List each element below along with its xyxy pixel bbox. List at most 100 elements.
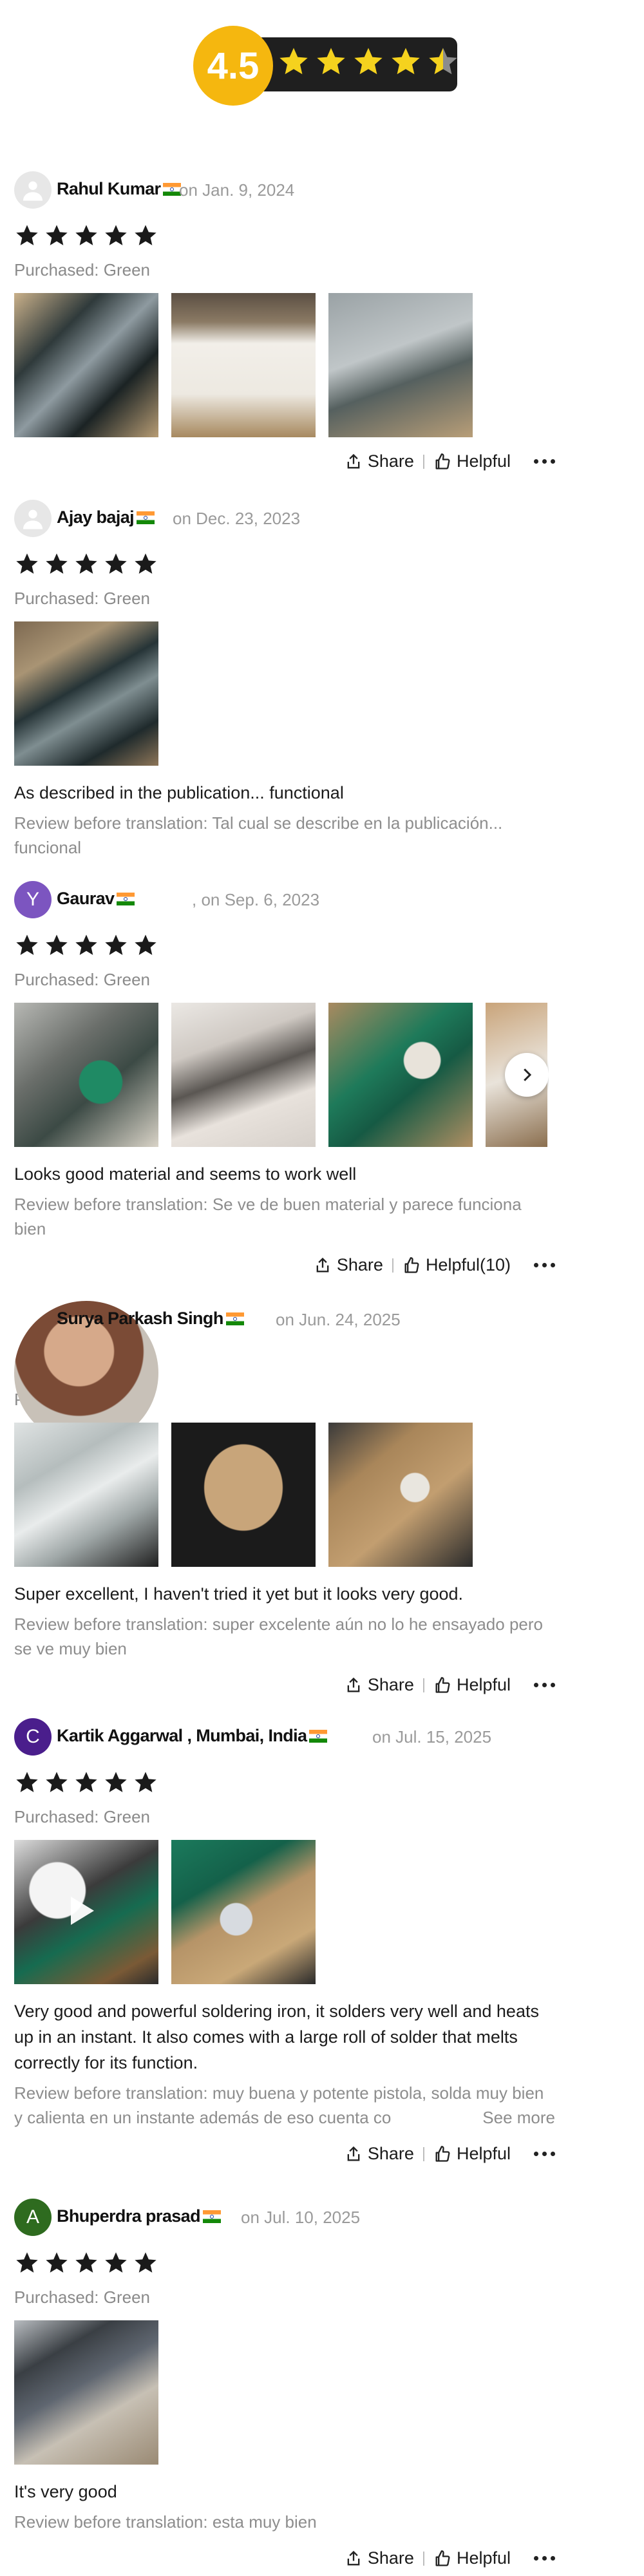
review-card: Rahul Kumar on Jan. 9, 2024 Purchased: G… <box>14 171 581 471</box>
review-photo[interactable] <box>328 1423 473 1567</box>
star-icon <box>354 48 383 75</box>
review-stars <box>14 1770 581 1795</box>
thumbs-up-icon <box>435 2550 450 2566</box>
reviewer-name: Ajay bajaj <box>57 507 155 527</box>
review-date: on Dec. 23, 2023 <box>173 509 301 528</box>
star-icon <box>392 48 420 75</box>
star-icon <box>105 553 127 574</box>
share-button[interactable]: Share <box>345 2144 414 2164</box>
helpful-button[interactable]: Helpful <box>433 2548 511 2568</box>
star-icon <box>135 2252 156 2273</box>
review-text: Looks good material and seems to work we… <box>14 1164 357 1184</box>
review-card: C Kartik Aggarwal , Mumbai, India on Jul… <box>14 1718 581 2164</box>
more-options-icon[interactable] <box>534 1683 555 1687</box>
review-photo[interactable] <box>14 293 158 437</box>
next-photo-button[interactable] <box>505 1053 549 1097</box>
star-icon <box>105 225 127 245</box>
review-text: As described in the publication... funct… <box>14 783 344 802</box>
thumbs-up-icon <box>435 1676 450 1693</box>
share-icon <box>347 2550 360 2565</box>
share-icon <box>347 1677 360 1692</box>
review-actions: Share Helpful <box>14 2144 555 2164</box>
divider <box>422 2551 424 2566</box>
review-photo[interactable] <box>14 621 158 766</box>
share-button[interactable]: Share <box>345 451 414 471</box>
review-photo[interactable] <box>171 1003 316 1147</box>
star-icon <box>135 934 156 955</box>
share-button[interactable]: Share <box>314 1255 383 1275</box>
review-photo[interactable] <box>328 293 473 437</box>
purchased-variant: Purchased: Green <box>14 260 151 279</box>
india-flag-icon <box>309 1730 328 1743</box>
rating-stars <box>277 45 460 79</box>
star-icon <box>75 553 97 574</box>
review-date: on Jan. 9, 2024 <box>179 180 295 200</box>
thumbs-up-icon <box>404 1256 419 1273</box>
thumbs-up-icon <box>435 453 450 469</box>
review-photos <box>14 1003 549 1147</box>
review-photo[interactable] <box>171 1423 316 1567</box>
play-icon <box>71 1897 94 1925</box>
rating-score: 4.5 <box>193 26 273 106</box>
helpful-button[interactable]: Helpful <box>433 2144 511 2164</box>
reviewer-name: Rahul Kumar <box>57 179 182 199</box>
more-options-icon[interactable] <box>534 2152 555 2156</box>
review-stars <box>14 2250 581 2276</box>
review-photos <box>14 2320 549 2465</box>
more-options-icon[interactable] <box>534 459 555 464</box>
review-photo[interactable] <box>14 1003 158 1147</box>
share-button[interactable]: Share <box>345 2548 414 2568</box>
review-card: Ajay bajaj on Dec. 23, 2023 Purchased: G… <box>14 500 581 860</box>
more-options-icon[interactable] <box>534 1263 555 1267</box>
review-photos <box>14 293 549 437</box>
reviewer-name: Kartik Aggarwal , Mumbai, India <box>57 1726 328 1746</box>
reviews-page: 4.5 Rahul Kumar on Jan. 9, 2024 Purchase… <box>0 0 644 2576</box>
star-icon <box>46 934 68 955</box>
review-stars <box>14 223 581 249</box>
helpful-button[interactable]: Helpful(10) <box>402 1255 511 1275</box>
star-icon <box>105 1772 127 1792</box>
review-text: Super excellent, I haven't tried it yet … <box>14 1584 464 1604</box>
see-more-link[interactable]: See more <box>450 2105 555 2130</box>
avatar: C <box>14 1718 52 1756</box>
more-options-icon[interactable] <box>534 2556 555 2561</box>
review-video[interactable] <box>14 1840 158 1984</box>
review-card: A Bhuperdra prasad on Jul. 10, 2025 Purc… <box>14 2199 581 2568</box>
helpful-button[interactable]: Helpful <box>433 1675 511 1695</box>
india-flag-icon <box>202 2210 221 2223</box>
star-icon <box>135 225 156 245</box>
india-flag-icon <box>137 511 155 524</box>
default-user-icon <box>14 171 52 209</box>
share-button[interactable]: Share <box>345 1675 414 1695</box>
review-actions: Share Helpful(10) <box>14 1255 555 1275</box>
star-icon <box>135 553 156 574</box>
review-original-text: Review before translation: Tal cual se d… <box>14 813 503 857</box>
review-date: on Jul. 10, 2025 <box>241 2208 361 2227</box>
half-star-icon <box>429 48 457 75</box>
review-stars <box>14 551 581 577</box>
star-icon <box>16 934 38 955</box>
review-card: Y Gaurav , on Sep. 6, 2023 Purchased: Gr… <box>14 881 581 1275</box>
star-icon <box>75 2252 97 2273</box>
review-photos <box>14 621 549 766</box>
review-photos <box>14 1423 549 1567</box>
share-icon <box>316 1257 329 1272</box>
star-icon <box>135 1772 156 1792</box>
helpful-button[interactable]: Helpful <box>433 451 511 471</box>
review-photo[interactable] <box>328 1003 473 1147</box>
star-icon <box>105 2252 127 2273</box>
review-photo[interactable] <box>171 293 316 437</box>
star-icon <box>16 225 38 245</box>
india-flag-icon <box>117 893 135 905</box>
star-icon <box>317 48 345 75</box>
review-stars <box>14 933 581 958</box>
review-photo[interactable] <box>171 1840 316 1984</box>
review-card: Surya Parkash Singh on Jun. 24, 2025 Pur… <box>14 1301 581 1695</box>
star-icon <box>75 1772 97 1792</box>
review-photo[interactable] <box>14 2320 158 2465</box>
star-icon <box>105 934 127 955</box>
thumbs-up-icon <box>435 2145 450 2162</box>
review-photo[interactable] <box>14 1423 158 1567</box>
share-icon <box>347 453 360 468</box>
star-icon <box>279 48 308 75</box>
